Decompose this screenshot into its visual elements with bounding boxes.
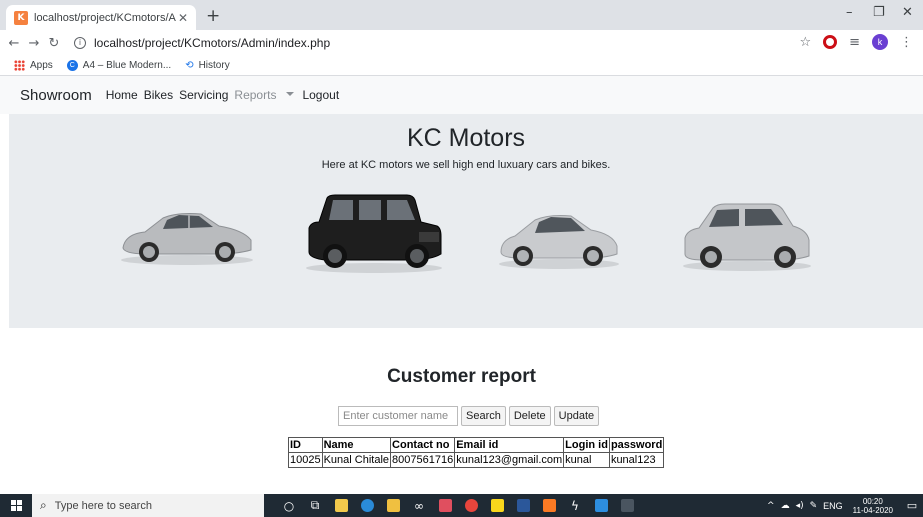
taskbar-search[interactable]: ⌕ Type here to search [32, 494, 264, 517]
app-icon[interactable] [432, 494, 458, 517]
toolbar-right: ☆ ≡ k ⋮ [799, 34, 913, 50]
column-header: password [608, 437, 665, 453]
windows-taskbar: ⌕ Type here to search ○ ⧉ ∞ ϟ ^ ☁ ◂) ✎ E… [0, 494, 923, 517]
bookmarks-bar: Apps C A4 – Blue Modern... ⟲ History [0, 56, 923, 76]
column-header: Email id [454, 437, 565, 453]
table-cell: kunal123 [608, 452, 665, 468]
tab-close-icon[interactable]: ✕ [176, 11, 190, 25]
start-button[interactable] [0, 494, 32, 517]
report-title: Customer report [387, 366, 536, 387]
forward-icon[interactable]: → [24, 36, 44, 51]
volume-icon[interactable]: ◂) [796, 501, 804, 511]
browser-tab[interactable]: K localhost/project/KCmotors/Adm ✕ [6, 5, 196, 30]
nav-servicing[interactable]: Servicing [179, 88, 228, 102]
search-button[interactable]: Search [461, 406, 506, 426]
bookmark-history[interactable]: ⟲ History [185, 60, 230, 71]
table-header-row: ID Name Contact no Email id Login id pas… [288, 437, 665, 453]
avatar[interactable]: k [872, 34, 888, 50]
apps-grid-icon [14, 60, 25, 71]
address-bar[interactable]: localhost/project/KCmotors/Admin/index.p… [94, 36, 330, 50]
table-cell: 8007561716 [390, 452, 456, 468]
pen-icon[interactable]: ✎ [810, 501, 818, 511]
clock[interactable]: 00:20 11-04-2020 [853, 497, 893, 515]
clock-time: 00:20 [862, 496, 883, 506]
table-row: 10025 Kunal Chitale 8007561716 kunal123@… [288, 452, 665, 468]
canva-icon: C [66, 60, 78, 71]
minimize-icon[interactable]: – [846, 5, 853, 20]
restore-icon[interactable]: ❐ [873, 5, 885, 20]
network-icon[interactable]: ☁ [781, 501, 790, 511]
clock-date: 11-04-2020 [852, 505, 893, 515]
dropdown-caret-icon[interactable] [286, 92, 295, 96]
opera-icon[interactable] [823, 35, 838, 49]
car-suv-silver-image [683, 203, 811, 271]
xampp-icon[interactable] [536, 494, 562, 517]
navbar-brand[interactable]: Showroom [20, 87, 92, 104]
vscode-icon[interactable] [588, 494, 614, 517]
store-icon[interactable] [328, 494, 354, 517]
taskbar-search-placeholder: Type here to search [54, 499, 152, 512]
table-cell: kunal123@gmail.com [454, 452, 565, 468]
desktop-app-icon[interactable] [614, 494, 640, 517]
tab-favicon-icon: K [14, 10, 28, 25]
back-icon[interactable]: ← [4, 36, 24, 51]
page-title: KC Motors [406, 124, 526, 152]
car-sedan-image [121, 213, 253, 265]
search-icon: ⌕ [40, 498, 47, 512]
new-tab-icon[interactable]: + [206, 6, 220, 26]
infinity-app-icon[interactable]: ∞ [406, 494, 432, 517]
history-icon: ⟲ [185, 60, 194, 71]
tab-title: localhost/project/KCmotors/Adm [34, 11, 176, 24]
car-suv-black-image [306, 194, 442, 273]
bookmark-apps[interactable]: Apps [14, 60, 53, 71]
bolt-app-icon[interactable]: ϟ [562, 494, 588, 517]
table-cell: kunal [563, 452, 610, 468]
taskbar-apps: ○ ⧉ ∞ ϟ [276, 494, 640, 517]
report-search-form: Search Delete Update [338, 406, 600, 426]
table-cell: 10025 [288, 452, 323, 468]
show-hidden-icons-icon[interactable]: ^ [767, 501, 775, 511]
bookmark-label: Apps [30, 60, 53, 71]
car-compact-image [499, 215, 619, 269]
delete-button[interactable]: Delete [508, 406, 551, 426]
language-indicator[interactable]: ENG [823, 501, 843, 511]
table-cell: Kunal Chitale [321, 452, 392, 468]
bookmark-a4[interactable]: C A4 – Blue Modern... [66, 60, 172, 71]
word-icon[interactable] [510, 494, 536, 517]
update-button[interactable]: Update [553, 406, 600, 426]
sticky-notes-icon[interactable] [484, 494, 510, 517]
column-header: Contact no [390, 437, 456, 453]
customer-table: ID Name Contact no Email id Login id pas… [288, 437, 665, 468]
task-view-icon[interactable]: ⧉ [302, 494, 328, 517]
column-header: ID [288, 437, 323, 453]
nav-reports[interactable]: Reports [234, 88, 276, 102]
browser-tabstrip: K localhost/project/KCmotors/Adm ✕ + – ❐… [0, 0, 923, 30]
hero-jumbotron: KC Motors Here at KC motors we sell high… [9, 114, 923, 328]
star-icon[interactable]: ☆ [799, 35, 811, 50]
close-window-icon[interactable]: ✕ [902, 5, 913, 20]
site-navbar: Showroom Home Bikes Servicing Reports Lo… [0, 76, 923, 114]
column-header: Login id [563, 437, 610, 453]
extensions-icon[interactable]: ≡ [849, 35, 860, 50]
notification-icon[interactable]: ▭ [901, 499, 923, 512]
reload-icon[interactable]: ↻ [44, 36, 64, 51]
info-icon[interactable]: i [74, 37, 86, 49]
page-subtitle: Here at KC motors we sell high end luxua… [321, 159, 611, 171]
chrome-icon[interactable] [458, 494, 484, 517]
system-tray: ^ ☁ ◂) ✎ ENG 00:20 11-04-2020 ▭ [767, 494, 923, 517]
nav-bikes[interactable]: Bikes [144, 88, 173, 102]
file-explorer-icon[interactable] [380, 494, 406, 517]
cortana-icon[interactable]: ○ [276, 494, 302, 517]
bookmark-label: History [198, 60, 230, 71]
edge-icon[interactable] [354, 494, 380, 517]
browser-toolbar: ← → ↻ i localhost/project/KCmotors/Admin… [0, 30, 923, 56]
windows-logo-icon [10, 500, 22, 511]
menu-icon[interactable]: ⋮ [900, 35, 913, 50]
nav-logout[interactable]: Logout [302, 88, 339, 102]
nav-home[interactable]: Home [106, 88, 138, 102]
customer-search-input[interactable] [338, 406, 458, 426]
bookmark-label: A4 – Blue Modern... [82, 60, 172, 71]
column-header: Name [321, 437, 392, 453]
